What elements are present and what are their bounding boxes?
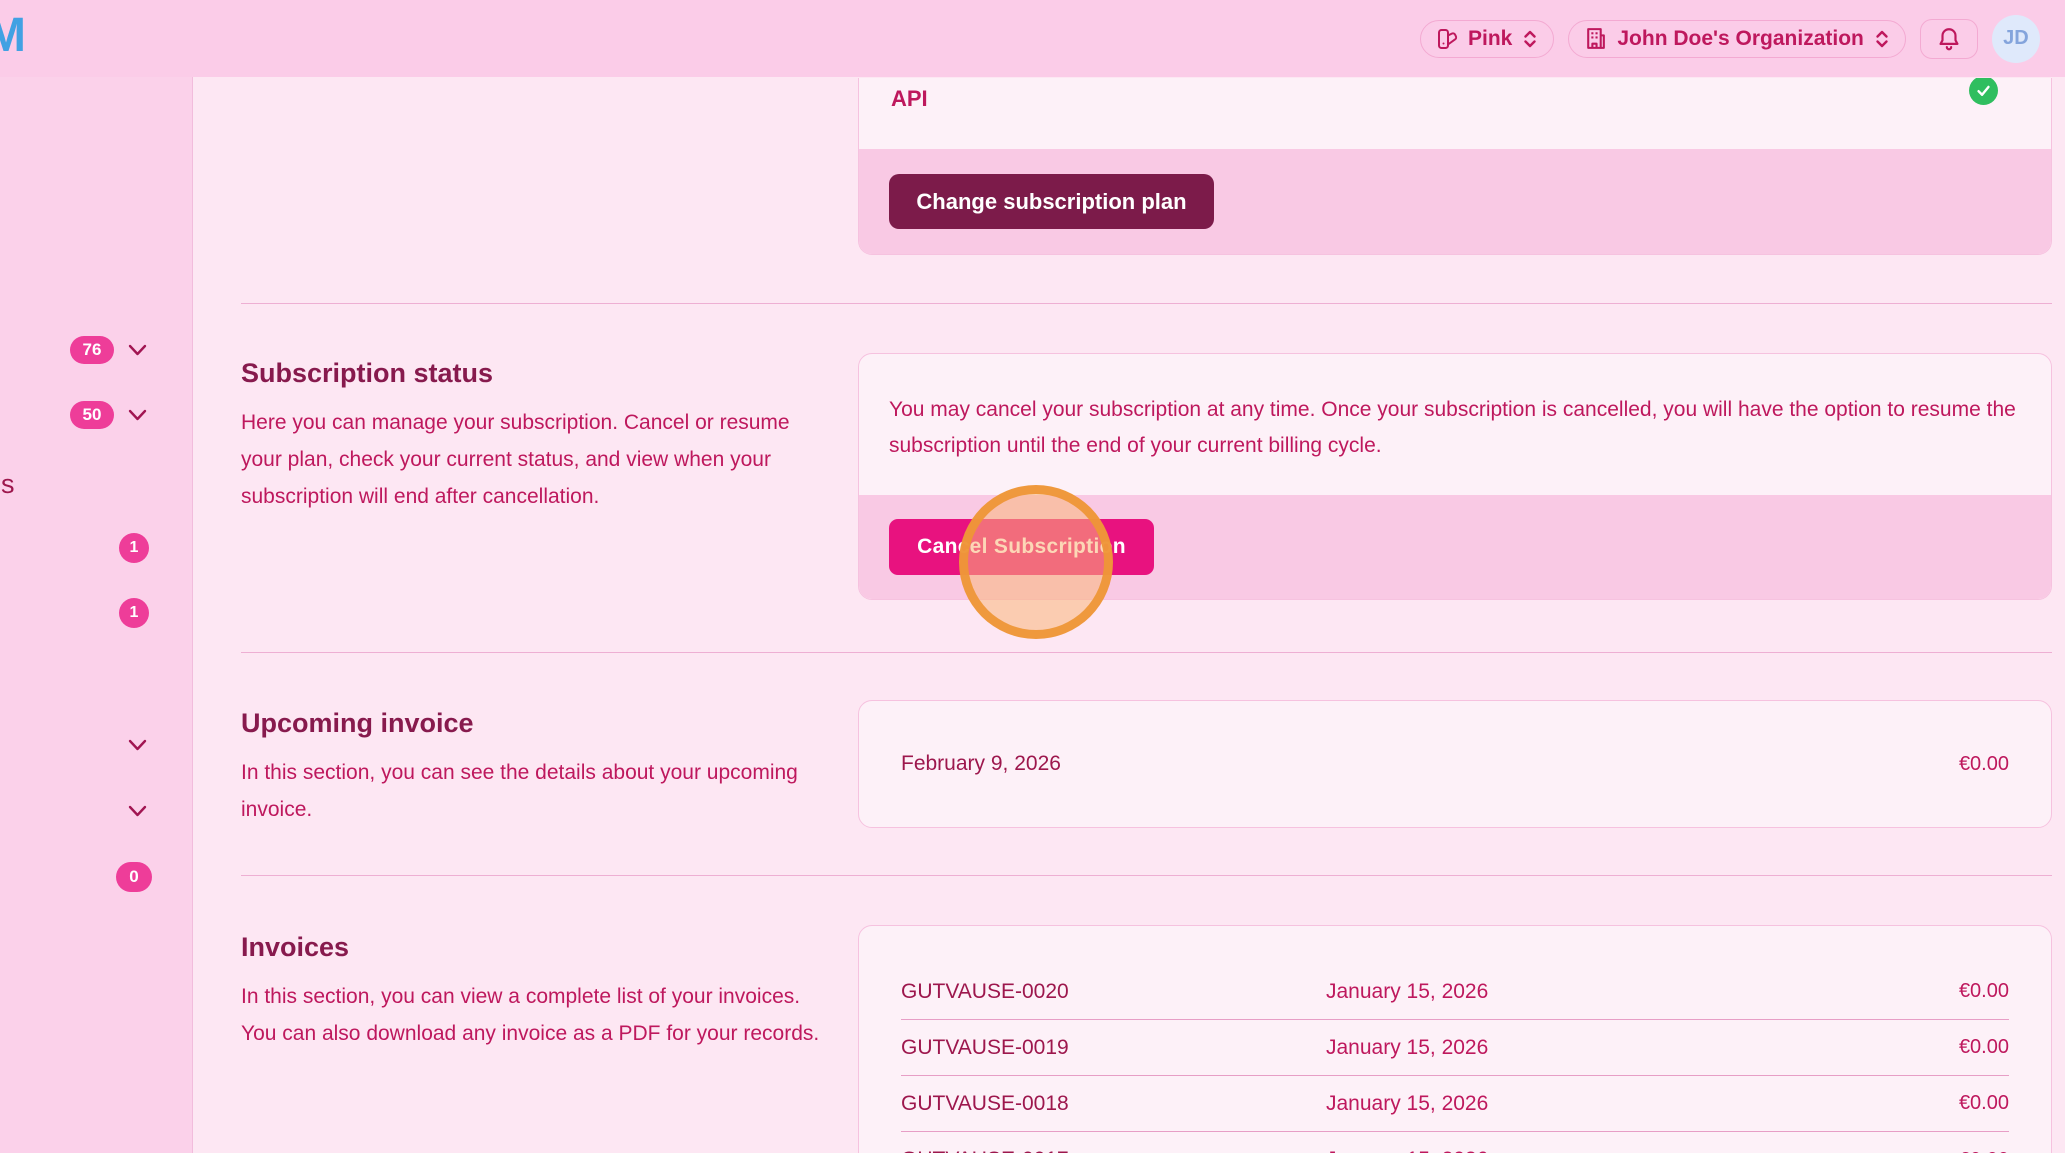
chevron-down-icon[interactable] bbox=[128, 805, 147, 817]
organization-selector-label: John Doe's Organization bbox=[1617, 27, 1864, 51]
invoices-card: GUTVAUSE-0020 January 15, 2026 €0.00 GUT… bbox=[858, 925, 2052, 1153]
sidebar-count-badge: 1 bbox=[119, 598, 149, 628]
chevron-down-icon[interactable] bbox=[128, 409, 147, 421]
cancel-subscription-button[interactable]: Cancel Subscription bbox=[889, 519, 1154, 575]
billing-page: M Pink bbox=[0, 0, 2065, 1153]
invoice-amount: €0.00 bbox=[1959, 1092, 2009, 1115]
subscription-status-title: Subscription status bbox=[241, 358, 493, 389]
section-divider bbox=[241, 875, 2052, 876]
change-subscription-plan-button[interactable]: Change subscription plan bbox=[889, 174, 1214, 229]
top-bar-actions: Pink bbox=[1420, 0, 2065, 77]
bell-icon bbox=[1936, 26, 1962, 52]
api-card-footer: Change subscription plan bbox=[859, 149, 2051, 254]
theme-selector[interactable]: Pink bbox=[1420, 20, 1554, 58]
chevron-down-icon[interactable] bbox=[128, 344, 147, 356]
invoice-number: GUTVAUSE-0018 bbox=[901, 1092, 1326, 1116]
section-divider bbox=[241, 303, 2052, 304]
invoice-amount: €0.00 bbox=[1959, 1036, 2009, 1059]
unfold-chevrons-icon bbox=[1521, 28, 1539, 50]
unfold-chevrons-icon bbox=[1873, 28, 1891, 50]
invoice-row[interactable]: GUTVAUSE-0019 January 15, 2026 €0.00 bbox=[901, 1020, 2009, 1076]
invoice-date: January 15, 2026 bbox=[1326, 980, 1959, 1004]
invoice-number: GUTVAUSE-0017 bbox=[901, 1148, 1326, 1153]
invoice-number: GUTVAUSE-0019 bbox=[901, 1036, 1326, 1060]
sidebar-item-label-clipped: s bbox=[1, 469, 15, 500]
upcoming-invoice-description: In this section, you can see the details… bbox=[241, 754, 826, 828]
cancel-policy-text: You may cancel your subscription at any … bbox=[889, 392, 2029, 464]
api-section-title: API bbox=[891, 86, 928, 112]
top-bar: M Pink bbox=[0, 0, 2065, 77]
subscription-status-card-footer: Cancel Subscription bbox=[859, 495, 2051, 599]
theme-selector-label: Pink bbox=[1468, 27, 1512, 51]
invoice-row[interactable]: GUTVAUSE-0020 January 15, 2026 €0.00 bbox=[901, 964, 2009, 1020]
sidebar-count-badge: 50 bbox=[70, 401, 114, 429]
invoice-amount: €0.00 bbox=[1959, 980, 2009, 1003]
app-logo: M bbox=[0, 8, 26, 63]
invoice-number: GUTVAUSE-0020 bbox=[901, 980, 1326, 1004]
upcoming-invoice-title: Upcoming invoice bbox=[241, 708, 474, 739]
sidebar-count-badge: 76 bbox=[70, 336, 114, 364]
theme-swatch-icon bbox=[1435, 27, 1459, 51]
user-avatar[interactable]: JD bbox=[1992, 15, 2040, 63]
invoices-title: Invoices bbox=[241, 932, 349, 963]
subscription-status-card: You may cancel your subscription at any … bbox=[858, 353, 2052, 600]
api-card: API Change subscription plan bbox=[858, 78, 2052, 255]
invoice-date: January 15, 2026 bbox=[1326, 1148, 1959, 1153]
building-icon bbox=[1583, 26, 1608, 51]
invoice-date: January 15, 2026 bbox=[1326, 1092, 1959, 1116]
invoices-description: In this section, you can view a complete… bbox=[241, 978, 826, 1052]
success-check-icon bbox=[1969, 78, 1998, 105]
upcoming-invoice-date: February 9, 2026 bbox=[901, 752, 1061, 776]
sidebar-nav: 76 50 s 1 1 0 bbox=[0, 77, 193, 1153]
section-divider bbox=[241, 652, 2052, 653]
invoice-amount: €0.00 bbox=[1959, 1149, 2009, 1153]
notifications-button[interactable] bbox=[1920, 19, 1978, 59]
sidebar-count-badge: 0 bbox=[116, 862, 152, 892]
upcoming-invoice-amount: €0.00 bbox=[1959, 753, 2009, 776]
subscription-status-description: Here you can manage your subscription. C… bbox=[241, 404, 826, 515]
upcoming-invoice-row: February 9, 2026 €0.00 bbox=[859, 701, 2051, 827]
invoice-row[interactable]: GUTVAUSE-0018 January 15, 2026 €0.00 bbox=[901, 1076, 2009, 1132]
organization-selector[interactable]: John Doe's Organization bbox=[1568, 20, 1906, 58]
invoice-date: January 15, 2026 bbox=[1326, 1036, 1959, 1060]
sidebar-count-badge: 1 bbox=[119, 533, 149, 563]
invoice-row[interactable]: GUTVAUSE-0017 January 15, 2026 €0.00 bbox=[901, 1132, 2009, 1153]
chevron-down-icon[interactable] bbox=[128, 739, 147, 751]
upcoming-invoice-card: February 9, 2026 €0.00 bbox=[858, 700, 2052, 828]
